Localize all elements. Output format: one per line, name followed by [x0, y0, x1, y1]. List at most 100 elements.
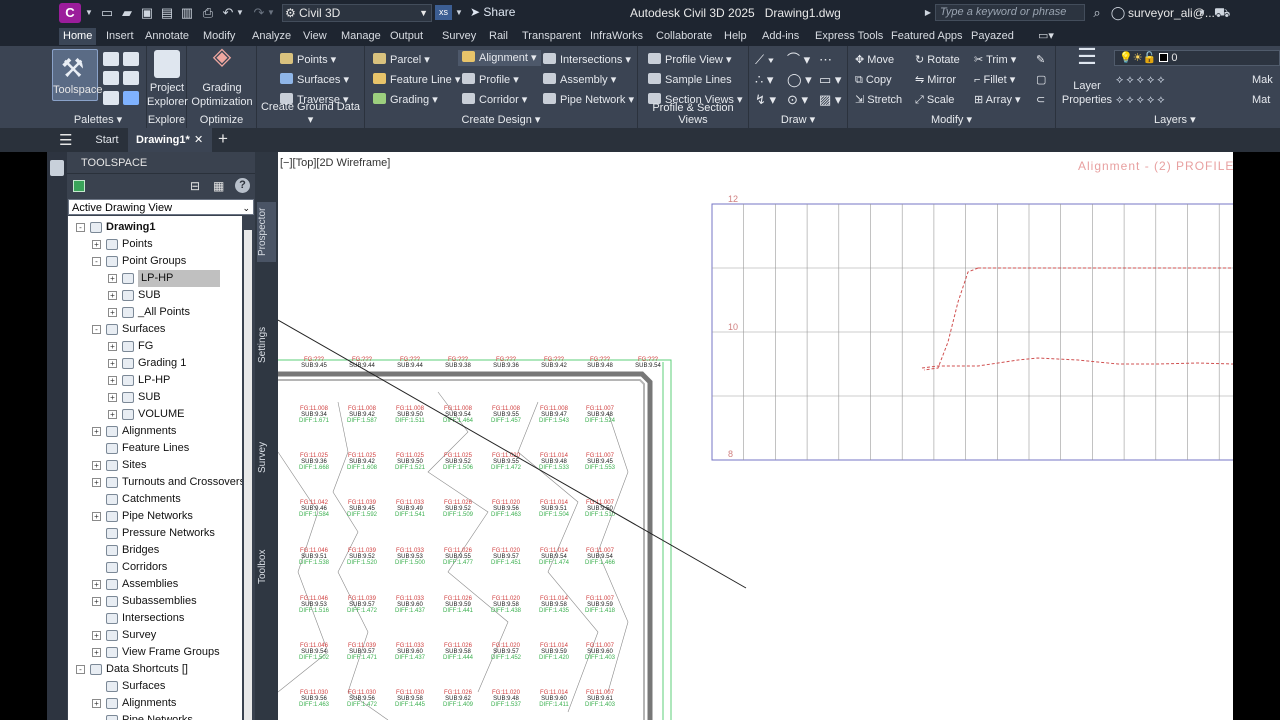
tree-item-intersections[interactable]: Intersections — [68, 610, 242, 627]
tab-infraworks[interactable]: InfraWorks — [586, 28, 647, 45]
cart-icon[interactable]: ⛟ — [1214, 4, 1230, 22]
tree-item-bridges[interactable]: Bridges — [68, 542, 242, 559]
expand-toggle-icon[interactable]: + — [108, 342, 117, 351]
layer-select[interactable]: 💡☀🔓 0 — [1114, 50, 1280, 66]
layer-tools-row2-icon[interactable]: ⟡ ⟡ ⟡ ⟡ ⟡ — [1116, 92, 1165, 108]
expand-toggle-icon[interactable]: - — [76, 223, 85, 232]
tree-item-subassemblies[interactable]: + Subassemblies — [68, 593, 242, 610]
layers-panel-title[interactable]: Layers ▾ — [1154, 113, 1280, 126]
create-ground-data-title[interactable]: Create Ground Data ▾ — [257, 101, 364, 126]
tree-item-survey[interactable]: + Survey — [68, 627, 242, 644]
expand-toggle-icon[interactable]: + — [108, 410, 117, 419]
redo-list-icon[interactable]: ▼ — [267, 4, 275, 22]
search-icon[interactable]: ⌕ — [1089, 4, 1105, 22]
expand-toggle-icon[interactable]: + — [92, 699, 101, 708]
sheet-set-icon[interactable] — [123, 71, 139, 85]
expand-toggle-icon[interactable]: - — [76, 665, 85, 674]
tab-help[interactable]: Help — [720, 28, 751, 45]
app-logo[interactable]: C — [59, 3, 81, 23]
tree-item-sub[interactable]: + SUB — [68, 287, 242, 304]
tree-item-data-shortcuts-[interactable]: - Data Shortcuts [] — [68, 661, 242, 678]
expand-toggle-icon[interactable]: + — [92, 580, 101, 589]
ribbon-options-icon[interactable]: ▭▾ — [1034, 28, 1058, 45]
tree-item-lp-hp[interactable]: + LP-HP — [68, 270, 242, 287]
open-icon[interactable]: ▰ — [118, 4, 136, 22]
assembly-button[interactable]: Assembly ▾ — [543, 72, 616, 88]
tree-scrollbar[interactable] — [244, 230, 252, 720]
layer-states-icon[interactable] — [103, 91, 119, 105]
expand-toggle-icon[interactable]: + — [108, 274, 117, 283]
expand-toggle-icon[interactable]: + — [108, 359, 117, 368]
tab-collaborate[interactable]: Collaborate — [652, 28, 716, 45]
design-center-icon[interactable] — [123, 52, 139, 66]
draw-panel-title[interactable]: Draw ▾ — [749, 113, 847, 126]
web-mobile-icon[interactable]: ▥ — [178, 4, 196, 22]
tab-annotate[interactable]: Annotate — [141, 28, 193, 45]
stretch-button[interactable]: ⇲ Stretch — [855, 92, 902, 108]
tree-item-view-frame-groups[interactable]: + View Frame Groups — [68, 644, 242, 661]
expand-toggle-icon[interactable]: + — [92, 478, 101, 487]
point-icon[interactable]: ∴ ▾ — [755, 72, 773, 88]
expand-toggle-icon[interactable]: + — [108, 376, 117, 385]
tree-item-catchments[interactable]: Catchments — [68, 491, 242, 508]
profile-existing-line[interactable] — [921, 357, 1233, 369]
tree-item-grading-1[interactable]: + Grading 1 — [68, 355, 242, 372]
tree-item-alignments[interactable]: + Alignments — [68, 423, 242, 440]
drawing-canvas[interactable]: 12 10 8 FG:??? SUB:9.45 FG:??? SUB:9.44 FG:???… — [278, 152, 1233, 720]
tab-payazed[interactable]: Payazed — [967, 28, 1018, 45]
rotate-button[interactable]: ↻ Rotate — [915, 52, 960, 68]
workspace-select[interactable]: Civil 3D ▼ — [282, 4, 432, 22]
close-icon[interactable]: ✕ — [194, 128, 203, 152]
tab-analyze[interactable]: Analyze — [248, 28, 295, 45]
expand-toggle-icon[interactable]: + — [92, 427, 101, 436]
project-explorer-button[interactable]: Project Explorer — [147, 50, 188, 109]
tab-survey[interactable]: Survey — [257, 437, 276, 477]
palette-menu-icon[interactable] — [50, 160, 64, 176]
tab-survey[interactable]: Survey — [438, 28, 480, 45]
tab-prospector[interactable]: Prospector — [257, 202, 276, 262]
rectangle-icon[interactable]: ▭ ▾ — [819, 72, 841, 88]
scale-button[interactable]: ⤢ Scale — [915, 92, 954, 108]
explode-icon[interactable]: ▢ — [1036, 72, 1046, 88]
search-input[interactable]: Type a keyword or phrase — [935, 4, 1085, 21]
list-view-icon[interactable]: ▦ — [213, 179, 224, 193]
save-as-icon[interactable]: ▤ — [158, 4, 176, 22]
tab-rail[interactable]: Rail — [485, 28, 512, 45]
mirror-button[interactable]: ⇋ Mirror — [915, 72, 956, 88]
tree-item-feature-lines[interactable]: Feature Lines — [68, 440, 242, 457]
drawing-svg[interactable]: 12 10 8 FG:???SUB:9.45FG:???SUB:9.44FG:???… — [278, 152, 1233, 720]
offset-icon[interactable]: ⊂ — [1036, 92, 1045, 108]
tree-item-sub[interactable]: + SUB — [68, 389, 242, 406]
toolspace-button[interactable]: ⚒ Toolspace — [52, 49, 103, 101]
intersections-button[interactable]: Intersections ▾ — [543, 52, 631, 68]
points-button[interactable]: Points ▾ — [280, 52, 336, 68]
tree-item-surfaces[interactable]: - Surfaces — [68, 321, 242, 338]
tab-insert[interactable]: Insert — [102, 28, 138, 45]
item-view-icon[interactable]: ⊟ — [190, 179, 200, 193]
tree-item-volume[interactable]: + VOLUME — [68, 406, 242, 423]
user-icon[interactable]: ◯ — [1110, 4, 1126, 22]
feature-line-button[interactable]: Feature Line ▾ — [373, 72, 460, 88]
profile-view[interactable]: 12 10 8 — [711, 194, 1233, 461]
properties-palette-icon[interactable] — [103, 52, 119, 66]
hamburger-menu-icon[interactable]: ☰ — [59, 131, 72, 149]
move-button[interactable]: ✥ Move — [855, 52, 894, 68]
hatch-icon[interactable]: ▨ ▾ — [819, 92, 841, 108]
corridor-button[interactable]: Corridor ▾ — [462, 92, 527, 108]
match-layer-button[interactable]: Mat — [1252, 92, 1270, 108]
tree-item-pressure-networks[interactable]: Pressure Networks — [68, 525, 242, 542]
grading-button[interactable]: Grading ▾ — [373, 92, 438, 108]
tab-drawing1[interactable]: Drawing1* ✕ — [128, 128, 212, 152]
tool-palettes-icon[interactable] — [103, 71, 119, 85]
expand-toggle-icon[interactable]: + — [92, 461, 101, 470]
help-icon[interactable]: ? — [235, 178, 250, 193]
expand-toggle-icon[interactable]: + — [92, 512, 101, 521]
tree-item-alignments[interactable]: + Alignments — [68, 695, 242, 712]
tree-item-sites[interactable]: + Sites — [68, 457, 242, 474]
array-button[interactable]: ⊞ Array ▾ — [974, 92, 1021, 108]
tab-manage[interactable]: Manage — [337, 28, 385, 45]
tree-item-point-groups[interactable]: - Point Groups — [68, 253, 242, 270]
share-button[interactable]: ➤ Share — [470, 5, 515, 19]
profile-design-line[interactable] — [923, 267, 979, 371]
print-icon[interactable]: ⎙ — [199, 4, 217, 22]
